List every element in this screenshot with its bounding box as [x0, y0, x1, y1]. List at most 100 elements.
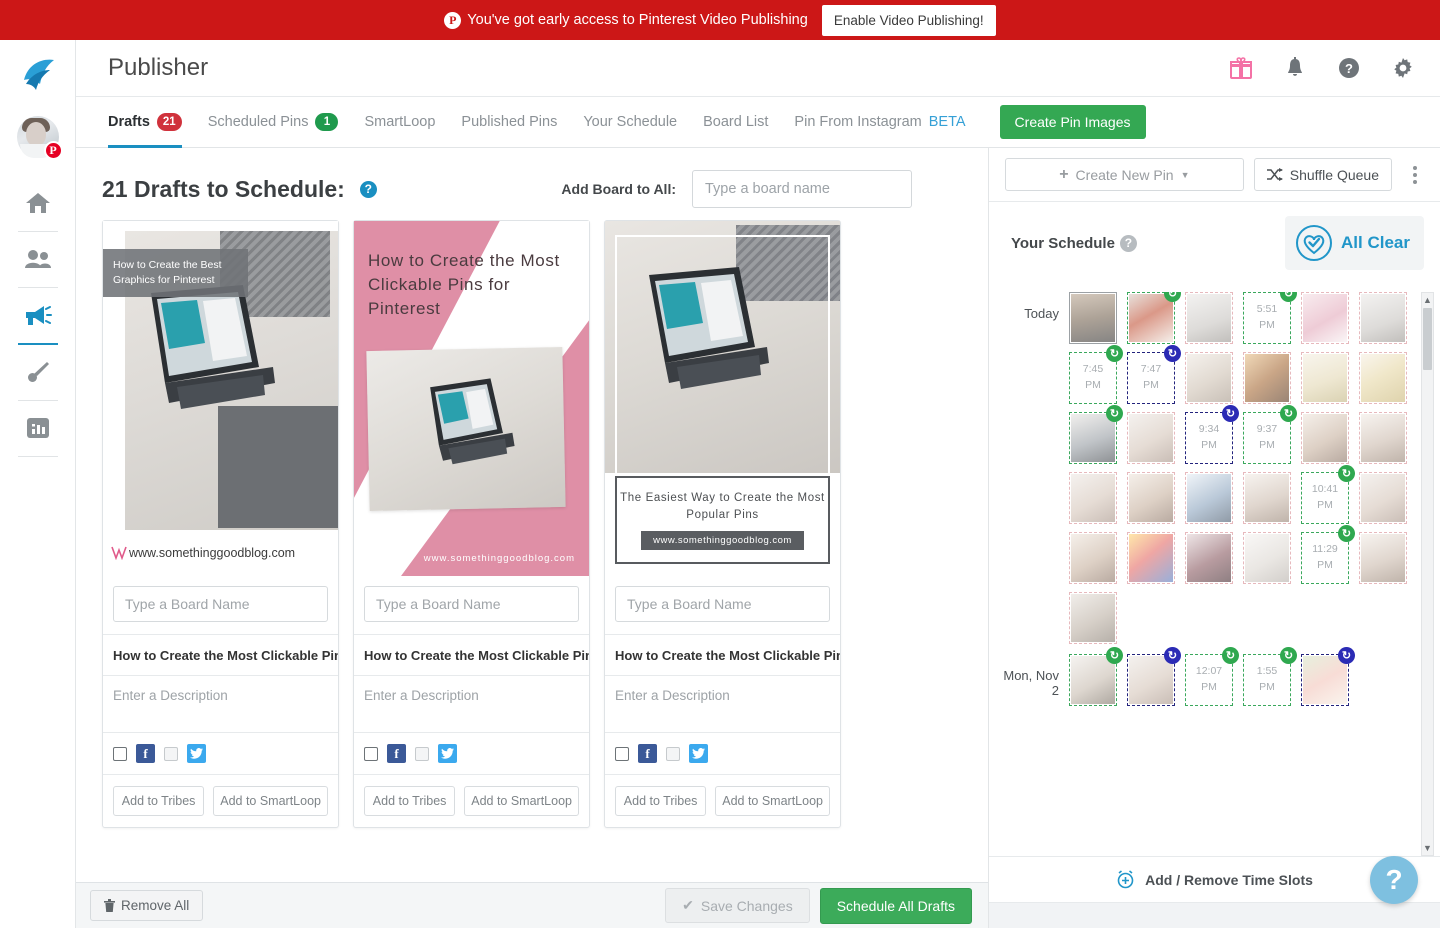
add-to-smartloop-button[interactable]: Add to SmartLoop: [715, 786, 830, 816]
card-title[interactable]: How to Create the Most Clickable Pins: [605, 635, 840, 676]
recycle-icon[interactable]: ↻: [1280, 405, 1297, 422]
facebook-checkbox[interactable]: [615, 746, 629, 761]
board-name-input[interactable]: [364, 586, 579, 622]
tab-board-list[interactable]: Board List: [703, 97, 768, 148]
schedule-slot[interactable]: 1:55 PM ↻: [1243, 647, 1297, 706]
recycle-icon[interactable]: ↻: [1164, 345, 1181, 362]
twitter-checkbox[interactable]: [164, 746, 178, 761]
twitter-checkbox[interactable]: [666, 746, 680, 761]
create-pin-images-button[interactable]: Create Pin Images: [999, 105, 1146, 139]
recycle-icon[interactable]: ↻: [1222, 647, 1239, 664]
help-circle-icon[interactable]: ?: [1336, 55, 1362, 81]
tab-your-schedule[interactable]: Your Schedule: [583, 97, 677, 148]
schedule-slot[interactable]: [1301, 292, 1349, 344]
schedule-slot[interactable]: [1359, 532, 1407, 584]
schedule-all-drafts-button[interactable]: Schedule All Drafts: [819, 887, 972, 924]
schedule-slot[interactable]: 7:45 PM ↻: [1069, 345, 1123, 404]
more-options-icon[interactable]: [1402, 165, 1428, 184]
schedule-slot[interactable]: [1069, 532, 1117, 584]
tab-drafts[interactable]: Drafts 21: [108, 97, 182, 148]
scroll-up-arrow[interactable]: ▲: [1423, 293, 1432, 307]
facebook-checkbox[interactable]: [113, 746, 127, 761]
tab-smartloop[interactable]: SmartLoop: [364, 97, 435, 148]
schedule-slot[interactable]: [1359, 412, 1407, 464]
remove-all-button[interactable]: Remove All: [90, 890, 204, 921]
add-to-tribes-button[interactable]: Add to Tribes: [615, 786, 707, 816]
save-changes-button[interactable]: ✔ Save Changes: [665, 888, 810, 923]
board-name-input[interactable]: [113, 586, 328, 622]
enable-video-publishing-button[interactable]: Enable Video Publishing!: [821, 4, 996, 36]
draft-card[interactable]: How to Create the Best Graphics for Pint…: [102, 220, 339, 828]
schedule-slot[interactable]: [1243, 472, 1291, 524]
sidebar-item-home[interactable]: [6, 176, 70, 232]
drafts-cards-scroll[interactable]: How to Create the Best Graphics for Pint…: [76, 220, 988, 882]
pin-preview-image[interactable]: How to Create the Best Graphics for Pint…: [103, 221, 338, 576]
schedule-slot[interactable]: [1069, 292, 1117, 344]
add-board-to-all-input[interactable]: [692, 170, 912, 208]
schedule-slot[interactable]: [1185, 532, 1233, 584]
schedule-slot[interactable]: [1359, 472, 1407, 524]
schedule-slot[interactable]: [1359, 352, 1407, 404]
card-title[interactable]: How to Create the Most Clickable Pins: [103, 635, 338, 676]
board-name-input[interactable]: [615, 586, 830, 622]
gift-icon[interactable]: [1228, 55, 1254, 81]
twitter-checkbox[interactable]: [415, 746, 429, 761]
help-fab-button[interactable]: ?: [1370, 856, 1418, 904]
schedule-slot[interactable]: 5:51 PM ↻: [1243, 292, 1297, 344]
schedule-slot[interactable]: ↻: [1301, 647, 1355, 706]
card-description[interactable]: Enter a Description: [605, 676, 840, 733]
draft-card[interactable]: How to Create the Most Clickable Pins fo…: [353, 220, 590, 828]
schedule-slot[interactable]: [1243, 532, 1291, 584]
tab-scheduled-pins[interactable]: Scheduled Pins 1: [208, 97, 339, 148]
card-description[interactable]: Enter a Description: [103, 676, 338, 733]
sidebar-item-publisher[interactable]: [6, 288, 70, 345]
drafts-help-icon[interactable]: ?: [359, 180, 377, 198]
schedule-slot[interactable]: [1301, 352, 1349, 404]
schedule-slot[interactable]: [1069, 472, 1117, 524]
schedule-slot[interactable]: [1069, 592, 1117, 644]
add-to-tribes-button[interactable]: Add to Tribes: [364, 786, 456, 816]
draft-card[interactable]: The Easiest Way to Create the Most Popul…: [604, 220, 841, 828]
recycle-icon[interactable]: ↻: [1280, 647, 1297, 664]
tab-pin-from-instagram[interactable]: Pin From Instagram BETA: [794, 97, 965, 148]
shuffle-queue-button[interactable]: Shuffle Queue: [1253, 158, 1392, 191]
recycle-icon[interactable]: ↻: [1222, 405, 1239, 422]
sidebar-item-analytics[interactable]: [6, 401, 70, 457]
pin-preview-image[interactable]: How to Create the Most Clickable Pins fo…: [354, 221, 589, 576]
gear-icon[interactable]: [1390, 55, 1416, 81]
schedule-slot[interactable]: [1185, 472, 1233, 524]
schedule-slot[interactable]: [1185, 292, 1233, 344]
recycle-icon[interactable]: ↻: [1338, 465, 1355, 482]
schedule-slot[interactable]: [1243, 352, 1291, 404]
schedule-slot[interactable]: [1127, 532, 1175, 584]
schedule-slot[interactable]: [1301, 412, 1349, 464]
schedule-slot[interactable]: 11:29 PM ↻: [1301, 525, 1355, 584]
schedule-slot[interactable]: 10:41 PM ↻: [1301, 465, 1355, 524]
schedule-slot[interactable]: ↻: [1127, 292, 1181, 344]
recycle-icon[interactable]: ↻: [1106, 345, 1123, 362]
card-description[interactable]: Enter a Description: [354, 676, 589, 733]
schedule-slot[interactable]: 9:37 PM ↻: [1243, 405, 1297, 464]
recycle-icon[interactable]: ↻: [1106, 405, 1123, 422]
pin-preview-image[interactable]: The Easiest Way to Create the Most Popul…: [605, 221, 840, 576]
scrollbar-thumb[interactable]: [1423, 308, 1432, 370]
schedule-slot[interactable]: [1127, 472, 1175, 524]
tab-published-pins[interactable]: Published Pins: [461, 97, 557, 148]
schedule-help-icon[interactable]: ?: [1119, 234, 1137, 252]
recycle-icon[interactable]: ↻: [1338, 647, 1355, 664]
facebook-checkbox[interactable]: [364, 746, 378, 761]
schedule-slot[interactable]: 9:34 PM ↻: [1185, 405, 1239, 464]
schedule-slot[interactable]: 7:47 PM ↻: [1127, 345, 1181, 404]
schedule-slot[interactable]: 12:07 PM ↻: [1185, 647, 1239, 706]
recycle-icon[interactable]: ↻: [1106, 647, 1123, 664]
schedule-slot[interactable]: ↻: [1069, 647, 1123, 706]
recycle-icon[interactable]: ↻: [1338, 525, 1355, 542]
create-new-pin-button[interactable]: + Create New Pin ▼: [1005, 158, 1244, 191]
schedule-slot[interactable]: ↻: [1069, 405, 1123, 464]
schedule-slot[interactable]: [1359, 292, 1407, 344]
schedule-slot[interactable]: [1185, 352, 1233, 404]
sidebar-item-tribes[interactable]: [6, 232, 70, 288]
add-to-tribes-button[interactable]: Add to Tribes: [113, 786, 205, 816]
avatar[interactable]: P: [16, 116, 63, 160]
scroll-down-arrow[interactable]: ▼: [1423, 841, 1432, 855]
